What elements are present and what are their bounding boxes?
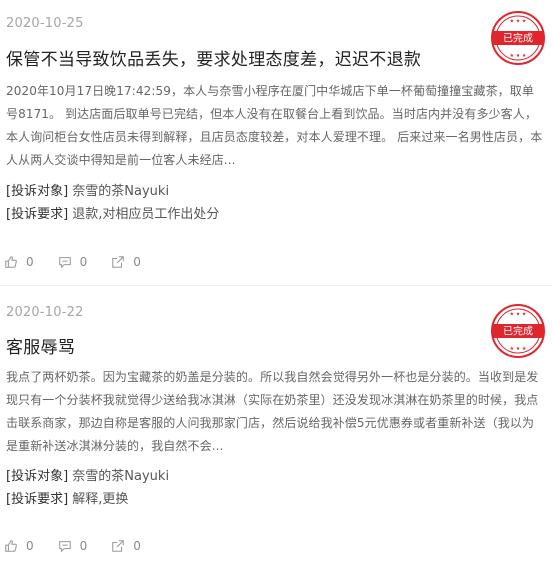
complaint-target-label: [投诉对象] bbox=[6, 469, 69, 484]
comment-icon bbox=[58, 257, 71, 269]
action-bar: 0 0 0 bbox=[4, 255, 165, 269]
complaint-card[interactable]: 2020-10-25 保管不当导致饮品丢失，要求处理态度差，迟迟不退款 2020… bbox=[0, 0, 552, 286]
complaint-request-label: [投诉要求] bbox=[6, 492, 69, 507]
share-count: 0 bbox=[133, 255, 141, 269]
complaint-title[interactable]: 客服辱骂 bbox=[6, 333, 75, 358]
like-button[interactable]: 0 bbox=[4, 255, 34, 269]
complaint-target: [投诉对象] 奈雪的茶Nayuki bbox=[6, 180, 169, 199]
complaint-target: [投诉对象] 奈雪的茶Nayuki bbox=[6, 465, 169, 484]
action-bar: 0 0 0 bbox=[4, 539, 165, 553]
svg-text:★ ★ ★: ★ ★ ★ bbox=[510, 19, 527, 25]
completed-stamp-icon: ★ ★ ★ 已完成 ★ ★ ★ bbox=[491, 304, 545, 358]
comment-button[interactable]: 0 bbox=[58, 255, 88, 269]
thumbs-up-icon bbox=[5, 256, 17, 268]
complaint-date: 2020-10-22 bbox=[6, 305, 84, 320]
comment-count: 0 bbox=[79, 539, 88, 553]
svg-text:★ ★ ★: ★ ★ ★ bbox=[510, 53, 527, 59]
comment-button[interactable]: 0 bbox=[58, 539, 88, 553]
complaint-body: 我点了两杯奶茶。因为宝藏茶的奶盖是分装的。所以我自然会觉得另外一杯也是分装的。当… bbox=[6, 370, 539, 453]
complaint-request: [投诉要求] 解释,更换 bbox=[6, 488, 128, 507]
share-button[interactable]: 0 bbox=[111, 255, 141, 269]
status-badge: 已完成 bbox=[503, 32, 533, 45]
complaint-request-value: 退款,对相应员工作出处分 bbox=[72, 207, 220, 222]
share-count: 0 bbox=[133, 539, 141, 553]
like-button[interactable]: 0 bbox=[4, 539, 34, 553]
share-icon bbox=[112, 256, 125, 268]
svg-text:★ ★ ★: ★ ★ ★ bbox=[510, 346, 527, 352]
complaint-date: 2020-10-25 bbox=[6, 16, 84, 31]
share-icon bbox=[112, 540, 125, 552]
comment-count: 0 bbox=[79, 255, 88, 269]
status-badge: 已完成 bbox=[503, 325, 533, 338]
complaint-card[interactable]: 2020-10-22 客服辱骂 我点了两杯奶茶。因为宝藏茶的奶盖是分装的。所以我… bbox=[0, 286, 552, 566]
complaint-request: [投诉要求] 退款,对相应员工作出处分 bbox=[6, 203, 219, 222]
complaint-title[interactable]: 保管不当导致饮品丢失，要求处理态度差，迟迟不退款 bbox=[6, 45, 421, 70]
share-button[interactable]: 0 bbox=[111, 539, 141, 553]
like-count: 0 bbox=[26, 539, 34, 553]
complaint-target-value[interactable]: 奈雪的茶Nayuki bbox=[72, 184, 169, 199]
thumbs-up-icon bbox=[5, 540, 17, 552]
complaint-target-label: [投诉对象] bbox=[6, 184, 69, 199]
complaint-request-label: [投诉要求] bbox=[6, 207, 69, 222]
like-count: 0 bbox=[26, 255, 34, 269]
completed-stamp-icon: ★ ★ ★ 已完成 ★ ★ ★ bbox=[491, 11, 545, 65]
comment-icon bbox=[58, 541, 71, 553]
complaint-request-value: 解释,更换 bbox=[72, 492, 129, 507]
svg-text:★ ★ ★: ★ ★ ★ bbox=[510, 312, 527, 318]
complaint-body: 2020年10月17日晚17:42:59，本人与奈雪小程序在厦门中华城店下单一杯… bbox=[6, 84, 543, 167]
complaint-target-value[interactable]: 奈雪的茶Nayuki bbox=[72, 469, 169, 484]
